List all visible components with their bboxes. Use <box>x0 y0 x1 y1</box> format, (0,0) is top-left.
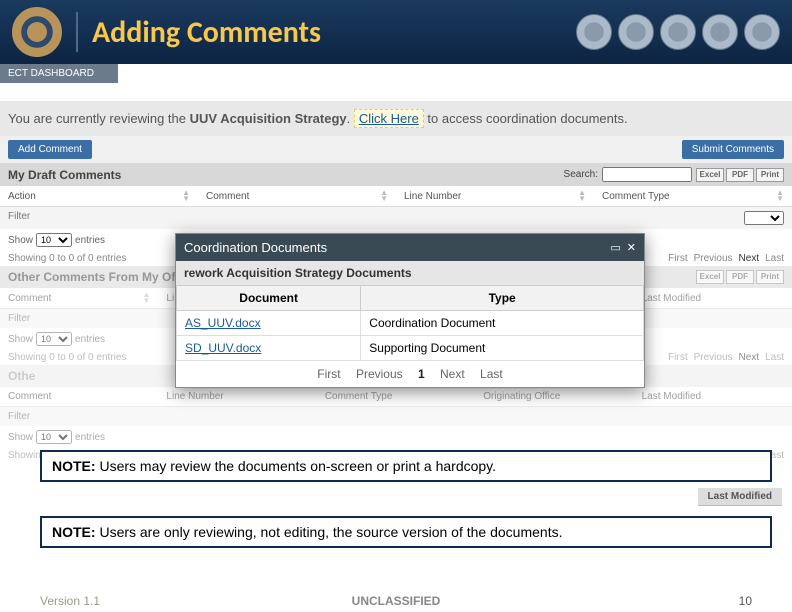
search-label: Search: <box>564 169 598 180</box>
col-lastmod[interactable]: Last Modified <box>634 288 792 308</box>
table-header-row: Comment Line Number Comment Type Origina… <box>0 387 792 407</box>
doctype-cell: Coordination Document <box>361 311 644 336</box>
page-next[interactable]: Next <box>739 352 760 363</box>
col-action[interactable]: Action▲▼ <box>0 186 198 206</box>
modal-pagination: First Previous 1 Next Last <box>176 361 644 387</box>
filter-select[interactable] <box>744 211 784 225</box>
page-first[interactable]: First <box>317 367 340 381</box>
add-comment-button[interactable]: Add Comment <box>8 140 92 159</box>
pdf-button[interactable]: PDF <box>726 168 754 182</box>
page-last[interactable]: Last <box>765 352 784 363</box>
coordination-documents-modal: Coordination Documents ▭ ✕ rework Acquis… <box>175 233 645 388</box>
doctype-cell: Supporting Document <box>361 336 644 361</box>
page-first[interactable]: First <box>668 253 687 264</box>
action-row: Add Comment Submit Comments <box>0 136 792 163</box>
document-link[interactable]: AS_UUV.docx <box>185 316 261 330</box>
sort-icon: ▲▼ <box>578 190 586 202</box>
sort-icon: ▲▼ <box>380 190 388 202</box>
modal-header: Coordination Documents ▭ ✕ <box>176 234 644 261</box>
review-banner: You are currently reviewing the UUV Acqu… <box>0 101 792 136</box>
seal-icon <box>744 14 780 50</box>
page-size-select[interactable]: 10 <box>36 332 72 346</box>
version-label: Version 1.1 <box>40 594 100 608</box>
page-prev[interactable]: Previous <box>694 253 733 264</box>
seal-icon <box>576 14 612 50</box>
submit-comments-button[interactable]: Submit Comments <box>682 140 784 159</box>
modal-title: Coordination Documents <box>184 240 327 255</box>
note-label: NOTE: <box>52 458 96 474</box>
note-text: Users are only reviewing, not editing, t… <box>96 524 563 540</box>
page-next[interactable]: Next <box>440 367 465 381</box>
pagination: First Previous Next Last <box>668 352 784 363</box>
page-last[interactable]: Last <box>765 253 784 264</box>
excel-button[interactable]: Excel <box>696 168 724 182</box>
table-header-row: Document Type <box>177 286 644 311</box>
table-row: SD_UUV.docx Supporting Document <box>177 336 644 361</box>
click-here-link[interactable]: Click Here <box>354 109 424 128</box>
page-size-select[interactable]: 10 <box>36 233 72 247</box>
page-first[interactable]: First <box>668 352 687 363</box>
filter-label: Filter <box>8 211 202 225</box>
col-doctype[interactable]: Type <box>361 286 644 311</box>
page-last[interactable]: Last <box>480 367 503 381</box>
col-comment[interactable]: Comment▲▼ <box>198 186 396 206</box>
note-label: NOTE: <box>52 524 96 540</box>
page-current[interactable]: 1 <box>418 367 425 381</box>
header-bar: Adding Comments <box>0 0 792 64</box>
col-type[interactable]: Comment Type▲▼ <box>594 186 792 206</box>
filter-row: Filter <box>0 207 792 229</box>
review-text: You are currently reviewing the <box>8 111 190 126</box>
branch-seals <box>576 14 780 50</box>
search-input[interactable] <box>602 167 692 182</box>
note-box: NOTE: Users are only reviewing, not edit… <box>40 516 772 548</box>
modal-subtitle: rework Acquisition Strategy Documents <box>176 261 644 285</box>
col-lastmod-peek: Last Modified <box>698 488 782 506</box>
entries-info: Showing 0 to 0 of 0 entries <box>8 253 126 264</box>
seal-icon <box>618 14 654 50</box>
close-icon[interactable]: ✕ <box>627 241 636 254</box>
seal-icon <box>660 14 696 50</box>
page-prev[interactable]: Previous <box>356 367 403 381</box>
table-row: AS_UUV.docx Coordination Document <box>177 311 644 336</box>
section-drafts-header: My Draft Comments Search: Excel PDF Prin… <box>0 163 792 186</box>
col-comment[interactable]: Comment▲▼ <box>0 288 158 308</box>
print-button[interactable]: Print <box>756 270 784 284</box>
document-link[interactable]: SD_UUV.docx <box>185 341 261 355</box>
col-line[interactable]: Line Number▲▼ <box>396 186 594 206</box>
review-doc: UUV Acquisition Strategy <box>190 111 347 126</box>
divider <box>76 12 78 52</box>
col-document[interactable]: Document <box>177 286 361 311</box>
section-title: My Draft Comments <box>8 168 121 182</box>
maximize-icon[interactable]: ▭ <box>610 241 620 254</box>
sort-icon: ▲▼ <box>182 190 190 202</box>
footer: Version 1.1 UNCLASSIFIED 10 <box>0 594 792 608</box>
print-button[interactable]: Print <box>756 168 784 182</box>
classification-label: UNCLASSIFIED <box>352 594 441 608</box>
excel-button[interactable]: Excel <box>696 270 724 284</box>
note-box: NOTE: Users may review the documents on-… <box>40 450 772 482</box>
page-size-select[interactable]: 10 <box>36 430 72 444</box>
seal-icon <box>702 14 738 50</box>
page-prev[interactable]: Previous <box>694 352 733 363</box>
table-header-row: Action▲▼ Comment▲▼ Line Number▲▼ Comment… <box>0 186 792 207</box>
documents-table: Document Type AS_UUV.docx Coordination D… <box>176 285 644 361</box>
page-next[interactable]: Next <box>739 253 760 264</box>
dashboard-tab[interactable]: ECT DASHBOARD <box>0 64 118 83</box>
pagination: First Previous Next Last <box>668 253 784 264</box>
page-number: 10 <box>739 594 752 608</box>
page-title: Adding Comments <box>92 14 321 51</box>
dod-seal-icon <box>12 7 62 57</box>
note-text: Users may review the documents on-screen… <box>96 458 496 474</box>
section-title: Other Comments From My Office <box>8 270 196 284</box>
pdf-button[interactable]: PDF <box>726 270 754 284</box>
sort-icon: ▲▼ <box>776 190 784 202</box>
